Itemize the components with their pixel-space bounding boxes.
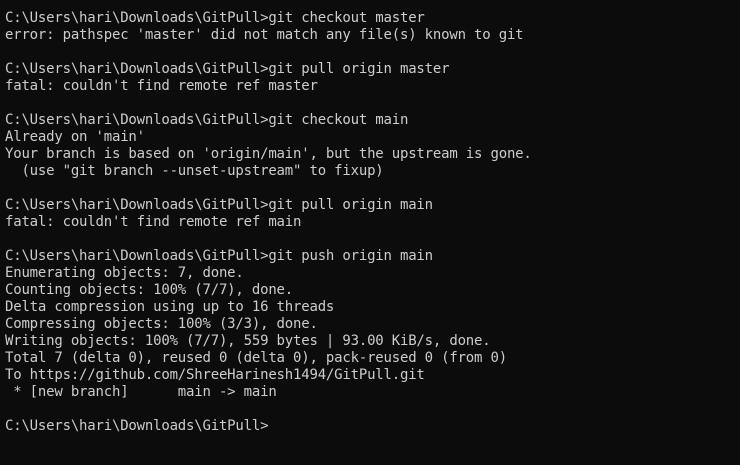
output-line: Your branch is based on 'origin/main', b… <box>5 146 532 162</box>
prompt-line: C:\Users\hari\Downloads\GitPull>git pull… <box>5 61 450 77</box>
error-output-line: fatal: couldn't find remote ref main <box>5 214 302 230</box>
output-line: Compressing objects: 100% (3/3), done. <box>5 316 318 332</box>
output-line: * [new branch] main -> main <box>5 384 277 400</box>
prompt-line: C:\Users\hari\Downloads\GitPull>git chec… <box>5 112 409 128</box>
output-line: Enumerating objects: 7, done. <box>5 265 244 281</box>
output-line: Total 7 (delta 0), reused 0 (delta 0), p… <box>5 350 507 366</box>
prompt-line: C:\Users\hari\Downloads\GitPull>git chec… <box>5 10 425 26</box>
error-output-line: fatal: couldn't find remote ref master <box>5 78 318 94</box>
current-prompt-line[interactable]: C:\Users\hari\Downloads\GitPull> <box>5 418 740 435</box>
output-line: Already on 'main' <box>5 129 145 145</box>
output-line: To https://github.com/ShreeHarinesh1494/… <box>5 367 425 383</box>
terminal-window[interactable]: C:\Users\hari\Downloads\GitPull>git chec… <box>0 0 740 465</box>
output-line: Delta compression using up to 16 threads <box>5 299 335 315</box>
prompt-line: C:\Users\hari\Downloads\GitPull>git pull… <box>5 197 433 213</box>
current-prompt: C:\Users\hari\Downloads\GitPull> <box>5 418 269 434</box>
output-line: Writing objects: 100% (7/7), 559 bytes |… <box>5 333 491 349</box>
output-line: Counting objects: 100% (7/7), done. <box>5 282 294 298</box>
output-line: (use "git branch --unset-upstream" to fi… <box>5 163 384 179</box>
prompt-line: C:\Users\hari\Downloads\GitPull>git push… <box>5 248 433 264</box>
error-output-line: error: pathspec 'master' did not match a… <box>5 27 524 43</box>
